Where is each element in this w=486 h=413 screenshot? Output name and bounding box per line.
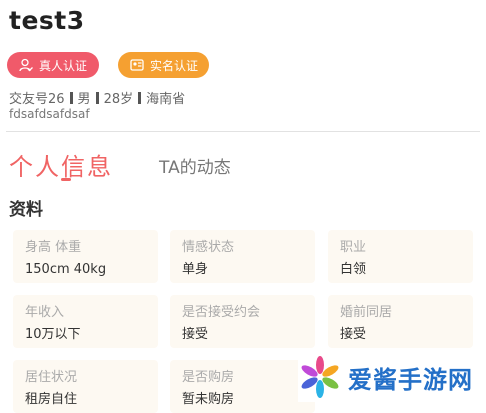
info-label: 年收入 (25, 305, 65, 320)
friend-id: 交友号26 (9, 92, 65, 107)
real-person-badge[interactable]: 真人认证 (7, 52, 99, 78)
info-value: 150cm 40kg (25, 262, 107, 277)
watermark-text: 爱酱手游网 (348, 365, 473, 394)
watermark-logo: 爱酱手游网 (298, 352, 478, 402)
pinwheel-logo-icon (301, 356, 339, 398)
gender: 男 (77, 92, 91, 107)
real-person-badge-label: 真人认证 (39, 58, 88, 73)
meta-divider (138, 91, 142, 104)
tab-activity[interactable]: TA的动态 (159, 153, 231, 178)
info-card-height-weight: 身高 体重 150cm 40kg (13, 230, 158, 283)
active-tab-indicator (61, 178, 71, 181)
info-value: 租房自住 (25, 392, 78, 407)
info-label: 居住状况 (25, 370, 78, 385)
info-label: 是否接受约会 (182, 305, 261, 320)
info-card-relationship: 情感状态 单身 (170, 230, 315, 283)
info-value: 10万以下 (25, 327, 81, 342)
tab-personal-info[interactable]: 个人信息 (9, 147, 113, 182)
info-label: 是否购房 (182, 370, 235, 385)
info-card-income: 年收入 10万以下 (13, 295, 158, 348)
info-value: 接受 (182, 327, 209, 342)
section-title: 资料 (9, 200, 43, 220)
info-card-dating: 是否接受约会 接受 (170, 295, 315, 348)
info-label: 身高 体重 (25, 240, 82, 255)
info-value: 单身 (182, 262, 209, 277)
person-verify-icon (19, 58, 33, 72)
info-label: 情感状态 (182, 240, 235, 255)
info-value: 暂未购房 (182, 392, 235, 407)
age: 28岁 (103, 92, 134, 107)
real-name-badge[interactable]: 实名认证 (118, 52, 209, 78)
real-name-badge-label: 实名认证 (150, 58, 199, 73)
meta-divider (69, 91, 73, 104)
info-value: 接受 (340, 327, 367, 342)
info-card-residence: 居住状况 租房自住 (13, 360, 158, 413)
info-card-occupation: 职业 白领 (328, 230, 473, 283)
profile-name: test3 (9, 6, 85, 35)
profile-meta: 交友号26 男 28岁 海南省 (9, 88, 185, 107)
info-label: 职业 (340, 240, 367, 255)
info-value: 白领 (340, 262, 367, 277)
divider (6, 131, 480, 132)
info-card-housing: 是否购房 暂未购房 (170, 360, 315, 413)
signature: fdsafdsafdsaf (9, 107, 90, 121)
info-card-cohabitation: 婚前同居 接受 (328, 295, 473, 348)
info-label: 婚前同居 (340, 305, 393, 320)
id-card-icon (130, 59, 144, 71)
province: 海南省 (146, 92, 186, 107)
meta-divider (95, 91, 99, 104)
